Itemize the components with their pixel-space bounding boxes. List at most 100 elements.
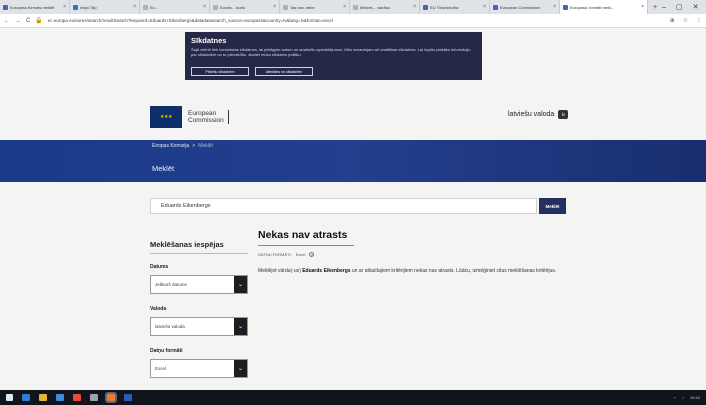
- close-tab-icon[interactable]: ×: [553, 4, 556, 10]
- favicon-icon: [563, 4, 568, 10]
- edge-icon[interactable]: [22, 394, 30, 401]
- chrome-icon[interactable]: [73, 394, 81, 401]
- forward-icon[interactable]: →: [15, 18, 21, 24]
- accept-cookies-button[interactable]: Piekrītu sīkdatnēm: [191, 67, 249, 76]
- favicon-icon: [143, 4, 148, 10]
- tab-label: Europass: formāti mekl...: [570, 4, 615, 10]
- window-controls: – ▢ ✕: [662, 0, 706, 14]
- url-field[interactable]: ec.europa.eu/eures/search/resultSearch?k…: [48, 18, 665, 23]
- tab-label: Tas nav..nebe: [290, 4, 315, 10]
- new-tab-button[interactable]: +: [648, 0, 662, 14]
- volume-icon[interactable]: ♪: [682, 395, 684, 400]
- sidebar-title: Meklēšanas iespējas: [150, 240, 248, 254]
- ec-logo[interactable]: ★★★ European Commission: [150, 106, 229, 128]
- close-tab-icon[interactable]: ×: [641, 4, 644, 10]
- browser-tab[interactable]: Eu... ×: [140, 0, 210, 14]
- chevron-down-icon: ⌄: [234, 318, 247, 335]
- browser-tab[interactable]: Tas nav..nebe ×: [280, 0, 350, 14]
- cookie-text: Šajā vietnē tiek izmantotas sīkdatnes, l…: [191, 47, 471, 57]
- close-tab-icon[interactable]: ×: [63, 4, 66, 10]
- results-title: Nekas nav atrasts: [258, 229, 354, 246]
- page-title: Meklēt: [152, 164, 175, 173]
- browser-tab[interactable]: Europass: formāti mekl... ×: [560, 0, 648, 14]
- minimize-icon[interactable]: –: [662, 4, 666, 11]
- close-tab-icon[interactable]: ×: [483, 4, 486, 10]
- close-tab-icon[interactable]: ×: [203, 4, 206, 10]
- tab-label: Eurofu... kurtu: [220, 4, 246, 10]
- browser-tab-bar: Europass formats meklēt × Ieeja Tāp × Eu... ×…: [0, 0, 706, 14]
- menu-icon[interactable]: ⋮: [696, 17, 702, 24]
- favicon-icon: [73, 4, 78, 10]
- chevron-down-icon: ⌄: [234, 360, 247, 377]
- back-icon[interactable]: ←: [4, 18, 10, 24]
- windows-logo-icon[interactable]: [6, 394, 13, 401]
- language-select-value: latviešu valoda: [155, 324, 185, 329]
- tab-label: Eu...: [150, 4, 159, 10]
- browser-tab[interactable]: Mekles... vairāku ×: [350, 0, 420, 14]
- maximize-icon[interactable]: ▢: [676, 3, 683, 11]
- filter-label-language: Valoda: [150, 306, 167, 312]
- cookie-banner: Sīkdatnes Šajā vietnē tiek izmantotas sī…: [185, 32, 482, 80]
- close-tab-icon[interactable]: ×: [413, 4, 416, 10]
- browser-tab[interactable]: Eurofu... kurtu ×: [210, 0, 280, 14]
- file-explorer-icon[interactable]: [39, 394, 47, 401]
- language-code-badge: lv: [558, 110, 569, 119]
- tab-label: EU Tirdzniecība: [430, 4, 459, 10]
- remove-filter-icon[interactable]: ✕: [309, 252, 315, 257]
- search-row: Eduards Eikenbergs Meklēt: [150, 198, 566, 214]
- active-filter: DATŅU FORMĀTI: Excel ✕: [258, 252, 558, 257]
- chevron-down-icon: ⌄: [234, 276, 247, 293]
- tab-label: Mekles... vairāku: [360, 4, 391, 10]
- query-highlight: Eduards Eikenbergs: [302, 268, 351, 274]
- language-selector[interactable]: latviešu valoda lv: [508, 110, 569, 119]
- close-tab-icon[interactable]: ×: [273, 4, 276, 10]
- language-label: latviešu valoda: [508, 111, 555, 118]
- decline-cookies-button[interactable]: Atteikties no sīkdatnēm: [255, 67, 313, 76]
- cookie-title: Sīkdatnes: [191, 36, 227, 45]
- web-page: Sīkdatnes Šajā vietnē tiek izmantotas sī…: [0, 28, 706, 390]
- firefox-icon[interactable]: [105, 392, 117, 403]
- browser-tab[interactable]: EU Tirdzniecība ×: [420, 0, 490, 14]
- favicon-icon: [283, 4, 288, 10]
- breadcrumb-current: Meklēt: [198, 143, 213, 149]
- favicon-icon: [3, 4, 8, 10]
- favicon-icon: [353, 4, 358, 10]
- search-results: Nekas nav atrasts DATŅU FORMĀTI: Excel ✕…: [258, 229, 558, 276]
- tab-label: Ieeja Tāp: [80, 4, 97, 10]
- reload-icon[interactable]: C: [26, 18, 30, 24]
- search-input[interactable]: Eduards Eikenbergs: [150, 198, 537, 214]
- breadcrumb-home[interactable]: Eiropas Komisija: [152, 143, 189, 149]
- active-filter-label: DATŅU FORMĀTI:: [258, 252, 292, 257]
- favicon-icon: [213, 4, 218, 10]
- close-tab-icon[interactable]: ×: [343, 4, 346, 10]
- address-bar: ← → C 🔒 ec.europa.eu/eures/search/result…: [0, 14, 706, 28]
- favicon-icon: [423, 4, 428, 10]
- mail-icon[interactable]: [56, 394, 64, 401]
- format-select[interactable]: Excel ⌄: [150, 359, 248, 378]
- search-button[interactable]: Meklēt: [539, 198, 566, 214]
- close-tab-icon[interactable]: ×: [133, 4, 136, 10]
- browser-tab[interactable]: Ieeja Tāp ×: [70, 0, 140, 14]
- browser-tab[interactable]: Europass formats meklēt ×: [0, 0, 70, 14]
- favicon-icon: [493, 4, 498, 10]
- lock-icon: 🔒: [35, 18, 43, 24]
- browser-tab[interactable]: European Commission ×: [490, 0, 560, 14]
- breadcrumb: Eiropas Komisija > Meklēt: [152, 143, 213, 149]
- eu-flag-icon: ★★★: [150, 106, 182, 128]
- network-icon[interactable]: ⌁: [674, 395, 676, 400]
- filter-label-date: Datums: [150, 264, 169, 270]
- word-icon[interactable]: [124, 394, 132, 401]
- clock[interactable]: 10:42: [690, 395, 700, 400]
- page-banner: Eiropas Komisija > Meklēt Meklēt: [0, 140, 706, 182]
- date-select[interactable]: Jebkurš datums ⌄: [150, 275, 248, 294]
- language-select[interactable]: latviešu valoda ⌄: [150, 317, 248, 336]
- no-results-message: Meklējot vārdu(-us) Eduards Eikenbergs u…: [258, 268, 557, 274]
- close-window-icon[interactable]: ✕: [693, 3, 699, 11]
- site-header: ★★★ European Commission latviešu valoda …: [0, 90, 706, 140]
- settings-icon[interactable]: [90, 394, 98, 401]
- star-icon[interactable]: ☆: [683, 17, 688, 24]
- system-tray: ⌁ ♪ 10:42: [674, 395, 706, 400]
- extension-icon[interactable]: ⊕: [670, 17, 675, 24]
- browser-extras: ⊕ ☆ ⋮: [670, 17, 702, 24]
- active-filter-value: Excel: [295, 252, 306, 257]
